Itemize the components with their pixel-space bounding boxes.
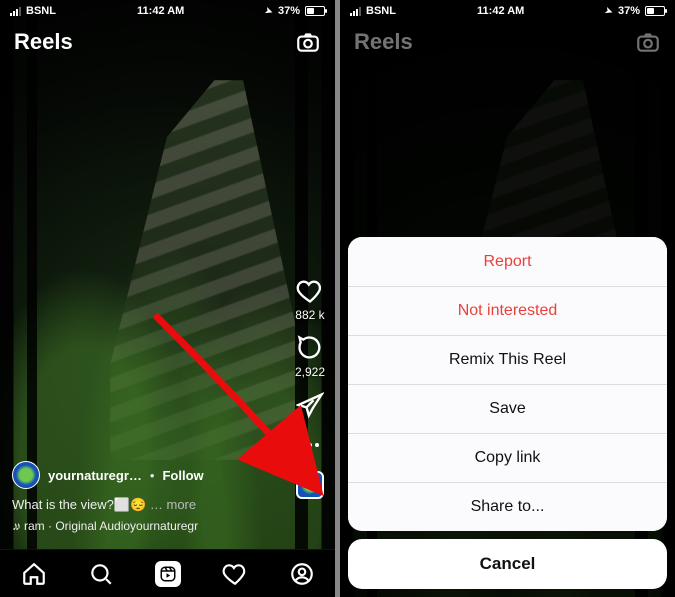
profile-tab[interactable]: [289, 561, 315, 587]
more-button[interactable]: [296, 431, 324, 459]
caption-more[interactable]: … more: [150, 497, 196, 512]
clock: 11:42 AM: [137, 5, 184, 17]
sheet-save[interactable]: Save: [348, 384, 667, 433]
home-tab[interactable]: [21, 561, 47, 587]
audio-label: ram · Original Audioyournaturegr: [24, 519, 198, 533]
share-button[interactable]: [296, 391, 324, 419]
signal-icon: [10, 7, 21, 16]
activity-tab[interactable]: [222, 561, 248, 587]
avatar[interactable]: [12, 461, 40, 489]
audio-row[interactable]: ram · Original Audioyournaturegr: [12, 519, 279, 533]
location-icon: [605, 5, 613, 17]
sheet-report[interactable]: Report: [348, 237, 667, 286]
username[interactable]: yournaturegr…: [48, 468, 142, 483]
battery-icon: [305, 6, 325, 16]
battery-icon: [645, 6, 665, 16]
page-title: Reels: [14, 29, 73, 55]
carrier-label: BSNL: [366, 5, 396, 17]
comment-button[interactable]: 2,922: [295, 334, 325, 379]
sheet-cancel[interactable]: Cancel: [348, 539, 667, 589]
clock: 11:42 AM: [477, 5, 524, 17]
battery-pct: 37%: [278, 5, 300, 17]
status-bar: BSNL 11:42 AM 37%: [340, 0, 675, 22]
action-sheet: Report Not interested Remix This Reel Sa…: [348, 237, 667, 589]
sheet-copy-link[interactable]: Copy link: [348, 433, 667, 482]
reels-screen-right: BSNL 11:42 AM 37% Reels ial Audioyournat…: [340, 0, 675, 597]
follow-button[interactable]: Follow: [162, 468, 203, 483]
sheet-remix[interactable]: Remix This Reel: [348, 335, 667, 384]
audio-thumbnail[interactable]: [296, 471, 324, 499]
camera-icon[interactable]: [295, 29, 321, 55]
audio-thumb-icon: [296, 471, 324, 499]
sheet-share-to[interactable]: Share to...: [348, 482, 667, 531]
reels-header: Reels: [0, 24, 335, 60]
reel-meta: yournaturegr… • Follow What is the view?…: [12, 461, 279, 533]
ellipsis-icon: [296, 431, 324, 459]
like-count: 882 k: [295, 308, 324, 322]
tab-bar: [0, 549, 335, 597]
status-bar: BSNL 11:42 AM 37%: [0, 0, 335, 22]
camera-icon[interactable]: [635, 29, 661, 55]
search-tab[interactable]: [88, 561, 114, 587]
reels-header: Reels: [340, 24, 675, 60]
page-title: Reels: [354, 29, 413, 55]
caption[interactable]: What is the view?⬜😔 … more: [12, 497, 279, 513]
like-button[interactable]: 882 k: [295, 277, 324, 322]
comment-count: 2,922: [295, 365, 325, 379]
caption-text: What is the view?: [12, 497, 114, 512]
signal-icon: [350, 7, 361, 16]
separator: •: [150, 468, 155, 483]
caption-emoji: ⬜😔: [114, 497, 146, 512]
location-icon: [265, 5, 273, 17]
music-icon: [12, 519, 18, 533]
reels-screen-left: BSNL 11:42 AM 37% Reels 882 k 2,922: [0, 0, 335, 597]
action-rail: 882 k 2,922: [295, 277, 325, 499]
battery-pct: 37%: [618, 5, 640, 17]
sheet-not-interested[interactable]: Not interested: [348, 286, 667, 335]
reels-tab[interactable]: [155, 561, 181, 587]
carrier-label: BSNL: [26, 5, 56, 17]
